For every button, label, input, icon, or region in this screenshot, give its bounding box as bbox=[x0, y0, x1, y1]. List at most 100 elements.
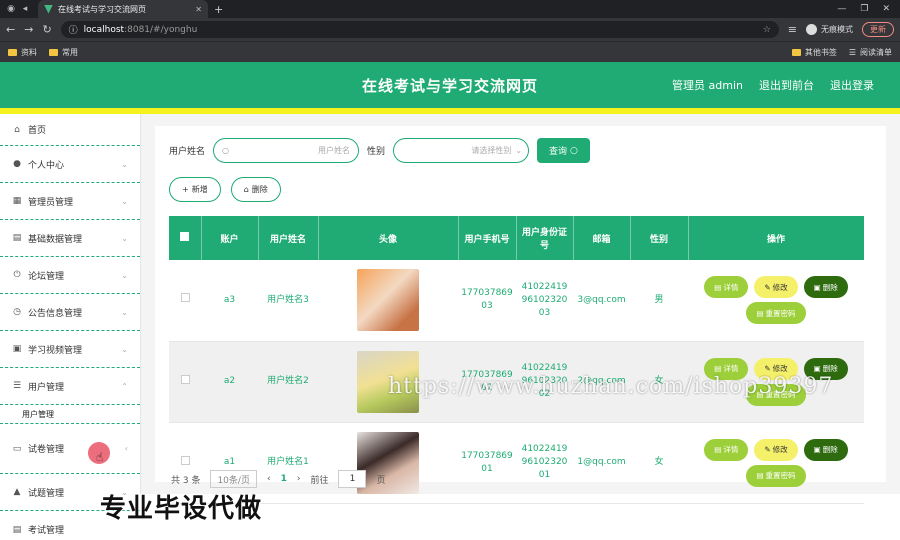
prev-page-icon[interactable]: ‹ bbox=[267, 474, 271, 484]
goto-label: 前往 bbox=[310, 475, 329, 486]
update-button[interactable]: 更新 bbox=[862, 22, 894, 37]
info-icon[interactable]: ⓘ bbox=[69, 23, 78, 36]
globe-icon[interactable]: ◉ bbox=[4, 2, 18, 16]
delete-button[interactable]: ▣ 删除 bbox=[803, 276, 848, 299]
watermark-text: https://www.huzhan.com/ishop39397 bbox=[388, 374, 834, 399]
next-page-icon[interactable]: › bbox=[297, 474, 301, 484]
detail-button[interactable]: ▤ 详情 bbox=[704, 438, 749, 461]
col-name: 用户姓名 bbox=[258, 216, 319, 260]
detail-label: 详情 bbox=[723, 445, 739, 454]
sidebar-item-video[interactable]: ▣ 学习视频管理 ⌄ bbox=[0, 331, 140, 368]
app-header: 在线考试与学习交流网页 管理员 admin 退出到前台 退出登录 bbox=[0, 62, 900, 108]
cell-name: 用户姓名1 bbox=[258, 422, 318, 504]
action-row: + 新增 ⌂ 删除 bbox=[169, 177, 872, 202]
chat-icon: ▭ bbox=[12, 443, 22, 454]
reading-list[interactable]: ☰ 阅读清单 bbox=[849, 47, 892, 58]
speaker-icon[interactable]: ◂ bbox=[18, 2, 32, 16]
other-bookmarks[interactable]: 其他书签 bbox=[791, 47, 837, 58]
cell-name: 用户姓名2 bbox=[258, 341, 318, 423]
cell-name: 用户姓名3 bbox=[258, 260, 318, 342]
reload-icon[interactable]: ↻ bbox=[42, 23, 51, 36]
window-controls: — ❐ ✕ bbox=[837, 4, 896, 14]
row-checkbox[interactable] bbox=[180, 374, 190, 384]
incognito-indicator[interactable]: 无痕模式 bbox=[806, 24, 853, 35]
page-unit-label: 页 bbox=[376, 475, 386, 486]
sidebar-item-notice[interactable]: ◷ 公告信息管理 ⌄ bbox=[0, 294, 140, 331]
browser-tabbar: ◉ ◂ 在线考试与学习交流网页 ✕ + — ❐ ✕ bbox=[0, 0, 900, 18]
col-gender: 性别 bbox=[630, 216, 689, 260]
sidebar-item-label: 首页 bbox=[28, 126, 47, 136]
page-number-current[interactable]: 1 bbox=[281, 474, 287, 484]
grid-icon: ▦ bbox=[12, 196, 22, 206]
goto-page-input[interactable]: 1 bbox=[338, 470, 367, 488]
cell-gender: 男 bbox=[630, 260, 688, 342]
sidebar-item-admin[interactable]: ▦ 管理员管理 ⌄ bbox=[0, 183, 140, 220]
sidebar-item-basedata[interactable]: ▤ 基础数据管理 ⌄ bbox=[0, 220, 140, 257]
menu-icon: ☰ bbox=[12, 381, 22, 391]
col-ops: 操作 bbox=[688, 216, 865, 260]
row-checkbox[interactable] bbox=[180, 455, 190, 465]
delete-label: 删除 bbox=[822, 282, 838, 292]
total-count: 共 3 条 bbox=[171, 475, 201, 486]
sidebar-item-forum[interactable]: ⏻ 论坛管理 ⌄ bbox=[0, 257, 140, 294]
batch-delete-button[interactable]: ⌂ 删除 bbox=[230, 177, 281, 202]
browser-tab[interactable]: 在线考试与学习交流网页 ✕ bbox=[38, 0, 208, 18]
logout-link[interactable]: 退出登录 bbox=[830, 77, 874, 93]
forward-icon[interactable]: → bbox=[24, 23, 33, 36]
select-all-header[interactable] bbox=[169, 216, 202, 260]
gender-select[interactable]: 请选择性别 ⌄ bbox=[393, 138, 530, 163]
back-to-front-link[interactable]: 退出到前台 bbox=[759, 77, 814, 93]
url-bar[interactable]: ⓘ localhost:8081/#/yonghu ☆ bbox=[60, 21, 779, 38]
url-host: localhost bbox=[83, 24, 125, 35]
col-idcard: 用户身份证号 bbox=[516, 216, 574, 260]
close-tab-icon[interactable]: ✕ bbox=[195, 5, 202, 14]
sidebar-subitem-users[interactable]: 用户管理 bbox=[0, 405, 140, 424]
col-avatar: 头像 bbox=[318, 216, 459, 260]
doc-icon: ▤ bbox=[714, 445, 722, 454]
sidebar-item-users[interactable]: ☰ 用户管理 ⌃ bbox=[0, 368, 140, 405]
chevron-down-icon: ⌄ bbox=[121, 233, 128, 243]
close-window-icon[interactable]: ✕ bbox=[882, 4, 890, 14]
avatar[interactable] bbox=[357, 269, 419, 332]
sidebar-item-home[interactable]: ⌂ 首页 bbox=[0, 114, 140, 146]
sidebar-item-papers[interactable]: ▭ 试卷管理 ‹ bbox=[0, 424, 140, 474]
edit-button[interactable]: ✎ 修改 bbox=[754, 276, 798, 299]
back-icon[interactable]: ← bbox=[6, 23, 15, 36]
query-button[interactable]: 查询 ○ bbox=[537, 138, 590, 163]
clock-icon: ◷ bbox=[13, 307, 21, 317]
select-all-checkbox[interactable] bbox=[180, 232, 190, 241]
reset-label: 重置密码 bbox=[765, 471, 796, 480]
detail-button[interactable]: ▤ 详情 bbox=[704, 276, 749, 299]
delete-label: 删除 bbox=[251, 185, 268, 194]
reset-password-button[interactable]: ▤ 重置密码 bbox=[746, 302, 806, 325]
bookmark-folder-0[interactable]: 资料 bbox=[8, 47, 37, 58]
reading-list-icon[interactable]: ≡ bbox=[788, 23, 797, 36]
add-button[interactable]: + 新增 bbox=[169, 177, 221, 202]
cell-email: 3@qq.com bbox=[573, 260, 630, 342]
bookmark-folder-1[interactable]: 常用 bbox=[49, 47, 78, 58]
delete-button[interactable]: ▣ 删除 bbox=[803, 438, 848, 461]
edit-button[interactable]: ✎ 修改 bbox=[754, 438, 798, 461]
sidebar-item-label: 试卷管理 bbox=[28, 445, 65, 455]
trash-icon: ⌂ bbox=[243, 185, 249, 194]
bookmark-star-icon[interactable]: ☆ bbox=[763, 25, 771, 35]
sidebar-item-profile[interactable]: ● 个人中心 ⌄ bbox=[0, 146, 140, 183]
sidebar-item-label: 公告信息管理 bbox=[28, 308, 83, 319]
cell-phone: 17703786903 bbox=[458, 260, 516, 342]
bookmark-label: 常用 bbox=[62, 47, 78, 57]
page-size-select[interactable]: 10条/页 bbox=[210, 470, 257, 488]
bookmarks-bar: 资料 常用 其他书签 ☰ 阅读清单 bbox=[0, 41, 900, 62]
doc-icon: ▤ bbox=[756, 471, 764, 480]
new-tab-icon[interactable]: + bbox=[214, 3, 223, 16]
restore-icon[interactable]: ❐ bbox=[860, 4, 868, 14]
name-search-input[interactable]: ○ 用户姓名 bbox=[213, 138, 360, 163]
cell-account: a3 bbox=[201, 260, 258, 342]
chevron-down-icon: ⌄ bbox=[121, 270, 128, 280]
row-checkbox[interactable] bbox=[180, 293, 190, 303]
reset-password-button[interactable]: ▤ 重置密码 bbox=[746, 464, 806, 487]
table-row: a3 用户姓名3 17703786903 410224199610232003 … bbox=[169, 260, 864, 342]
search-form: 用户姓名 ○ 用户姓名 性别 请选择性别 ⌄ 查询 ○ bbox=[169, 138, 872, 163]
trash-icon: ▣ bbox=[813, 445, 821, 454]
bookmark-label: 阅读清单 bbox=[860, 47, 892, 57]
minimize-icon[interactable]: — bbox=[837, 4, 846, 14]
